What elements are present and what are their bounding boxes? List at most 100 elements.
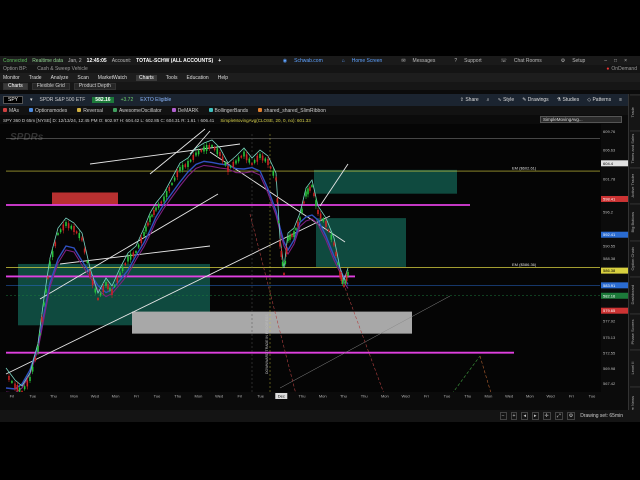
study-item-shared_shared_slimribbon[interactable]: shared_shared_SlimRibbon [258,108,326,114]
candle-body [105,282,107,286]
menu-item-charts[interactable]: Charts [136,74,157,81]
menu-item-monitor[interactable]: Monitor [3,75,20,81]
maximize-icon[interactable]: □ [614,58,617,64]
sidebar-tab-option-chain[interactable]: Option Chain [630,239,640,277]
setup-button[interactable]: ⚙ Setup [561,58,591,64]
settings-icon[interactable]: ⚙ [566,412,576,420]
time-axis-label: Mon [195,394,203,399]
candle-body [224,162,227,166]
sidebar-tab-big-buttons[interactable]: Big Buttons [630,203,640,240]
study-item-bollingerbands[interactable]: BollingerBands [208,108,248,114]
pencil-icon: ✎ [522,97,527,103]
support-button[interactable]: ? Support [454,58,486,64]
style-button[interactable]: ∿ Style [497,97,514,103]
candle-body [160,201,163,204]
study-search-input[interactable]: SimpleMovingAvg... [540,116,622,123]
candle-body [293,231,295,237]
window-controls[interactable]: – □ × [604,58,632,64]
study-item-optionsmodes[interactable]: Optionsmodes [29,108,67,114]
schwab-link-label: Schwab.com [294,57,323,64]
ondemand-button[interactable]: ● OnDemand [606,66,637,72]
time-axis-label: Tue [257,394,265,399]
subtab-flexible-grid[interactable]: Flexible Grid [31,82,70,90]
price-axis-label: 606.63 [603,148,616,153]
zoom-in-icon[interactable]: + [510,412,518,420]
time-axis-label: Mon [112,394,120,399]
scroll-left-icon[interactable]: ◂ [521,412,528,420]
patterns-button[interactable]: ◇ Patterns [587,97,611,103]
candle-body [279,241,281,247]
symbol-dropdown-icon[interactable]: ▾ [30,97,33,103]
add-account-button[interactable]: + [218,58,221,64]
sidebar-tab-phase-scores[interactable]: Phase Scores [630,312,640,350]
candle-body [203,146,205,152]
price-axis-label: 577.92 [603,319,616,324]
candle-body [75,231,78,234]
study-item-reversal[interactable]: Reversal [77,108,103,114]
zoom-out-icon[interactable]: − [499,412,507,420]
drawing-set-label[interactable]: Drawing set: 65min [579,413,624,419]
subtab-product-depth[interactable]: Product Depth [73,82,116,90]
exto-eligible-link[interactable]: EXTO Eligible [140,97,171,103]
candle-body [81,237,83,241]
candle-body [151,214,153,217]
candle-body [83,248,86,253]
candle-body [315,200,317,207]
menu-item-tools[interactable]: Tools [166,75,178,81]
candle-body [303,201,305,204]
crosshair-icon[interactable]: ✛ [542,412,551,420]
chat-rooms-button[interactable]: ☏ Chat Rooms [501,58,547,64]
candle-body [283,273,285,275]
drawings-button[interactable]: ✎ Drawings [522,97,548,103]
menu-icon[interactable]: ≡ [619,97,622,103]
candle-body [267,159,269,165]
sidebar-tab-level-ii[interactable]: Level II [630,349,640,386]
minimize-icon[interactable]: – [604,58,607,64]
time-axis-label: Wed [91,394,99,399]
sidebar-tab-times-and-sales[interactable]: Times and Sales [630,130,640,167]
time-axis-label: Mon [70,394,78,399]
toolbar-actions: ⇪ Share ⌕ ∿ Style ✎ Drawings ⚗ Studies ◇… [460,97,622,103]
study-icon [77,108,82,113]
home-icon: ⌂ [341,57,345,64]
candle-body [54,242,57,247]
style-label: Style [503,97,515,103]
candle-body [94,288,97,293]
menu-item-analyze[interactable]: Analyze [51,75,69,81]
close-icon[interactable]: × [624,58,627,64]
fit-icon[interactable]: ⤢ [554,412,563,420]
candle-body [43,302,45,306]
sidebar-tab-dashboard[interactable]: Dashboard [630,276,640,313]
studies-button[interactable]: ⚗ Studies [557,97,580,103]
menu-item-scan[interactable]: Scan [77,75,88,81]
subtab-charts[interactable]: Charts [3,82,28,90]
sidebar-tab-trade[interactable]: Trade [630,94,640,131]
price-badge-label: 579.65 [603,308,616,313]
study-item-awesomeoscillator[interactable]: AwesomeOscillator [112,108,162,114]
messages-button[interactable]: ✉ Messages [401,58,440,64]
menu-item-trade[interactable]: Trade [29,75,42,81]
schwab-link[interactable]: ◉ Schwab.com [283,58,328,64]
study-label: Reversal [83,107,103,114]
watermark-logo: SPDRs [10,132,44,143]
candle-body [57,233,59,235]
scroll-right-icon[interactable]: ▸ [531,412,539,420]
account-selector[interactable]: TOTAL-SCHW (ALL ACCOUNTS) [136,58,213,64]
candle-body [91,279,94,286]
zoom-button[interactable]: ⌕ [487,97,490,103]
menu-item-education[interactable]: Education [186,75,208,81]
menu-item-help[interactable]: Help [218,75,228,81]
home-screen-link[interactable]: ⌂ Home Screen [342,58,388,64]
current-date: Jan, 2 [68,57,82,64]
menu-item-marketwatch[interactable]: MarketWatch [98,75,127,81]
symbol-input[interactable]: SPY [3,96,24,104]
candle-body [276,198,279,203]
sidebar-tab-active-trader[interactable]: Active Trader [630,166,640,204]
share-button[interactable]: ⇪ Share [460,97,479,103]
flask-icon: ⚗ [556,97,562,103]
study-item-demark[interactable]: DeMARK [171,108,199,114]
candle-body [307,188,309,195]
study-item-mas[interactable]: MAs [3,108,19,114]
price-chart[interactable]: SPDRs EM ($602.61) EM ($586.36) 609.76 606.6… [0,124,628,410]
vertical-chart-note: DOWNWARD TRADE IN PROGRESS [265,314,269,374]
